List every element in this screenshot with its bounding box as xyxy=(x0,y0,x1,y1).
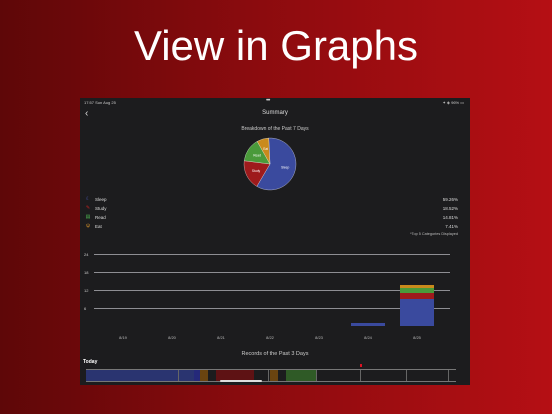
navigation-bar: ‹ Summary xyxy=(80,107,470,121)
top-categories-footnote: *Top 5 Categories Displayed xyxy=(410,232,458,236)
y-tick-label: 6 xyxy=(84,306,87,311)
pie-chart-title: Breakdown of the Past 7 Days xyxy=(241,126,309,132)
gridline xyxy=(94,290,450,291)
timeline-block-eat[interactable] xyxy=(200,370,208,381)
timeline-divider xyxy=(360,370,361,381)
x-tick-label: 8/24 xyxy=(364,335,372,340)
timeline-block-eat[interactable] xyxy=(270,370,278,381)
x-tick-label: 8/21 xyxy=(217,335,225,340)
moon-icon: ☾ xyxy=(85,196,91,202)
fork-knife-icon: ψ xyxy=(86,223,90,229)
x-tick-label: 8/25 xyxy=(413,335,421,340)
today-timeline[interactable] xyxy=(86,369,456,382)
pie-slice-label: Eat xyxy=(263,147,268,151)
pie-chart: Sleep Study ReadEat xyxy=(243,137,297,191)
today-label: Today xyxy=(83,359,98,365)
x-tick-label: 8/23 xyxy=(315,335,323,340)
timeline-block-read[interactable] xyxy=(286,370,316,381)
page-title: Summary xyxy=(262,110,288,116)
legend-label: Read xyxy=(95,215,106,220)
records-title: Records of the Past 3 Days xyxy=(241,351,309,357)
status-time: 17:57 Sun Aug 25 xyxy=(84,100,116,105)
gridline xyxy=(94,254,450,255)
promo-headline: View in Graphs xyxy=(133,22,419,69)
legend-item-eat[interactable]: ψ Eat 7.41% xyxy=(85,222,458,232)
scroll-indicator[interactable] xyxy=(220,380,262,382)
bar-segment-sleep[interactable] xyxy=(351,323,385,326)
bar-segment-read[interactable] xyxy=(400,287,434,293)
y-tick-label: 24 xyxy=(84,252,89,257)
bar-segment-eat[interactable] xyxy=(400,284,434,288)
bar-segment-sleep[interactable] xyxy=(400,299,434,326)
gridline xyxy=(94,272,450,273)
y-tick-label: 18 xyxy=(84,270,89,275)
pie-slice-label: Study xyxy=(252,169,261,173)
legend-label: Eat xyxy=(95,224,102,229)
legend-percent: 14.81% xyxy=(442,215,458,220)
x-tick-label: 8/20 xyxy=(168,335,176,340)
timeline-divider xyxy=(316,370,317,381)
pie-slice-label: Sleep xyxy=(281,166,289,170)
timeline-divider xyxy=(406,370,407,381)
gridline xyxy=(94,308,450,309)
daily-bar-chart: 24 18 12 6 8/19 8/20 8/21 8/22 8/23 8/24 8/25 xyxy=(80,248,470,340)
timeline-divider xyxy=(178,370,179,381)
status-bar: 17:57 Sun Aug 25 ••• ✦ ◈ 96% ▭ xyxy=(80,98,470,106)
pencil-icon: ✎ xyxy=(85,205,91,211)
multitask-dots[interactable]: ••• xyxy=(266,98,270,104)
x-tick-label: 8/22 xyxy=(266,335,274,340)
legend-percent: 7.41% xyxy=(445,224,458,229)
timeline-divider xyxy=(268,370,269,381)
legend-label: Sleep xyxy=(95,197,107,202)
book-icon: ▤ xyxy=(85,214,91,220)
battery-indicator: ✦ ◈ 96% ▭ xyxy=(442,100,464,105)
bar-segment-study[interactable] xyxy=(400,293,434,299)
legend-label: Study xyxy=(95,206,107,211)
legend-percent: 59.26% xyxy=(442,197,458,202)
current-time-marker xyxy=(360,364,362,367)
timeline-divider xyxy=(448,370,449,381)
y-tick-label: 12 xyxy=(84,288,89,293)
device-screen: 17:57 Sun Aug 25 ••• ✦ ◈ 96% ▭ ‹ Summary… xyxy=(80,98,470,385)
x-tick-label: 8/19 xyxy=(119,335,127,340)
pie-slice-label: Read xyxy=(253,153,261,157)
legend-percent: 18.52% xyxy=(442,206,458,211)
